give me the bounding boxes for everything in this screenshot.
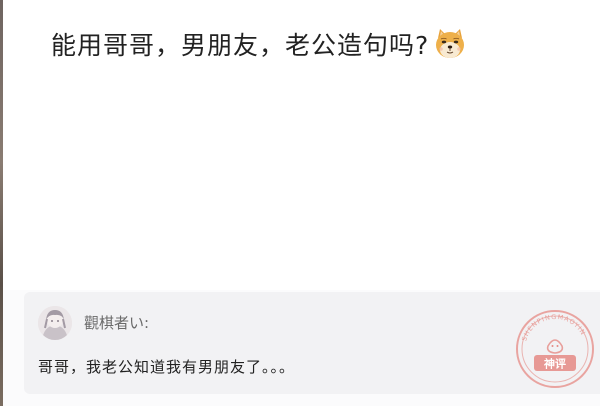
post-question: 能用哥哥，男朋友，老公造句吗?: [51, 31, 430, 60]
post-text: 能用哥哥，男朋友，老公造句吗?: [51, 26, 467, 62]
stamp-label: 神评: [544, 357, 566, 371]
avatar[interactable]: [38, 306, 72, 340]
screenshot: 能用哥哥，男朋友，老公造句吗? 觀棋者い: 哥哥，我老公知道我有男朋友了。。。 …: [0, 0, 600, 406]
shenping-stamp-icon: SHENPINGMAOYIN 神评: [516, 310, 594, 388]
top-comment: 觀棋者い: 哥哥，我老公知道我有男朋友了。。。 SHENPINGMAOYIN 神…: [24, 292, 600, 394]
comment-text: 哥哥，我老公知道我有男朋友了。。。: [38, 358, 296, 376]
doge-icon: [436, 29, 465, 58]
post-card: 能用哥哥，男朋友，老公造句吗?: [3, 0, 600, 290]
comment-username[interactable]: 觀棋者い:: [84, 312, 149, 333]
avatar-image: [38, 306, 72, 340]
